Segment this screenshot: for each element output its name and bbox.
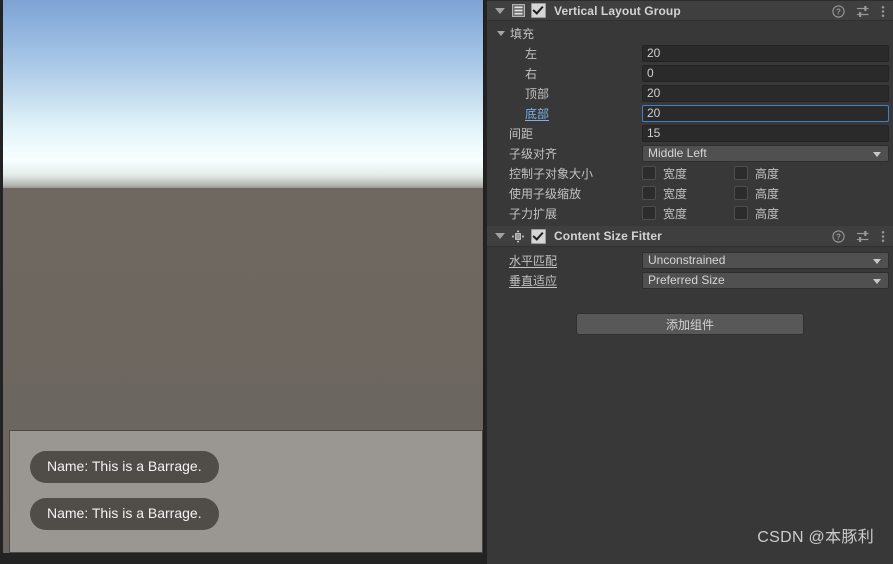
more-menu-icon[interactable] [881,230,885,243]
horizontal-fit-label: 水平匹配 [509,253,558,268]
padding-right-row: 右 0 [487,63,893,83]
spacing-input[interactable]: 15 [642,124,889,142]
checkbox-box [734,206,748,220]
checkbox-label: 高度 [755,206,780,221]
child-force-expand-label: 子力扩展 [509,206,558,221]
game-view[interactable]: Name: This is a Barrage. Name: This is a… [0,0,487,564]
checkbox-label: 宽度 [663,186,688,201]
component-enabled-checkbox[interactable] [531,3,546,18]
checkbox-label: 宽度 [663,206,688,221]
chevron-down-icon [873,258,881,264]
control-child-size-width-checkbox[interactable]: 宽度 [642,165,734,182]
svg-text:?: ? [836,233,841,242]
child-alignment-value: Middle Left [648,146,707,160]
game-canvas[interactable]: Name: This is a Barrage. Name: This is a… [3,0,484,553]
component-title: Content Size Fitter [554,229,662,243]
use-child-scale-checks: 宽度 高度 [642,185,893,202]
help-icon[interactable]: ? [832,230,845,243]
component-title: Vertical Layout Group [554,3,681,18]
more-menu-icon[interactable] [881,5,885,18]
checkbox-label: 宽度 [663,166,688,181]
vertical-fit-label: 垂直适应 [509,273,558,288]
checkbox-label: 高度 [755,166,780,181]
foldout-triangle-icon[interactable] [497,31,505,36]
padding-right-input[interactable]: 0 [642,64,889,82]
foldout-triangle-icon[interactable] [495,233,505,239]
padding-bottom-label: 底部 [525,106,550,121]
checkbox-box [642,166,656,180]
chevron-down-icon [873,278,881,284]
control-child-size-label: 控制子对象大小 [509,166,594,181]
watermark-text: CSDN @本豚利 [757,529,874,546]
component-header-icons: ? [832,1,885,22]
vertical-fit-value: Preferred Size [648,273,725,287]
child-force-expand-checks: 宽度 高度 [642,205,893,222]
component-header-icons: ? [832,226,885,247]
preset-icon[interactable] [856,5,870,18]
padding-top-row: 顶部 20 [487,83,893,103]
child-force-expand-height-checkbox[interactable]: 高度 [734,205,826,222]
control-child-size-height-checkbox[interactable]: 高度 [734,165,826,182]
horizontal-fit-dropdown[interactable]: Unconstrained [642,251,889,269]
padding-top-input[interactable]: 20 [642,84,889,102]
padding-left-label: 左 [525,46,538,61]
use-child-scale-row: 使用子级缩放 宽度 高度 [487,183,893,203]
use-child-scale-label: 使用子级缩放 [509,186,582,201]
ui-overlay-panel: Name: This is a Barrage. Name: This is a… [9,430,483,553]
vertical-fit-row: 垂直适应 Preferred Size [487,270,893,290]
vertical-fit-dropdown[interactable]: Preferred Size [642,271,889,289]
spacing-row: 间距 15 [487,123,893,143]
add-component-area: 添加组件 [487,293,893,335]
control-child-size-checks: 宽度 高度 [642,165,893,182]
horizontal-fit-value: Unconstrained [648,253,726,267]
component-enabled-checkbox[interactable] [531,228,546,244]
padding-group-label: 填充 [510,27,535,41]
padding-bottom-row: 底部 20 [487,103,893,123]
checkbox-box [734,166,748,180]
padding-left-input[interactable]: 20 [642,44,889,62]
checkbox-label: 高度 [755,186,780,201]
help-icon[interactable]: ? [832,5,845,18]
component-header-content-size-fitter[interactable]: Content Size Fitter ? [487,226,893,247]
barrage-list: Name: This is a Barrage. Name: This is a… [30,451,219,530]
sky-gradient [3,0,483,190]
use-child-scale-width-checkbox[interactable]: 宽度 [642,185,734,202]
inspector-panel: Vertical Layout Group ? 填充 左 20 右 0 顶部 2… [487,0,893,564]
padding-right-label: 右 [525,66,538,81]
barrage-item: Name: This is a Barrage. [30,451,219,483]
child-alignment-row: 子级对齐 Middle Left [487,143,893,163]
vertical-layout-group-properties: 填充 左 20 右 0 顶部 20 底部 20 间距 15 子级对齐 Middl… [487,21,893,226]
child-force-expand-width-checkbox[interactable]: 宽度 [642,205,734,222]
padding-top-label: 顶部 [525,86,550,101]
content-size-fitter-properties: 水平匹配 Unconstrained 垂直适应 Preferred Size [487,247,893,293]
child-alignment-dropdown[interactable]: Middle Left [642,144,889,162]
child-alignment-label: 子级对齐 [509,146,558,161]
padding-left-row: 左 20 [487,43,893,63]
child-force-expand-row: 子力扩展 宽度 高度 [487,203,893,223]
layout-group-icon [511,4,525,18]
component-header-vertical-layout-group[interactable]: Vertical Layout Group ? [487,0,893,21]
add-component-button[interactable]: 添加组件 [576,313,804,335]
foldout-triangle-icon[interactable] [495,7,505,14]
barrage-item: Name: This is a Barrage. [30,498,219,530]
checkbox-box [642,186,656,200]
unity-editor-window: Name: This is a Barrage. Name: This is a… [0,0,893,564]
padding-bottom-input[interactable]: 20 [642,104,889,122]
padding-group-foldout[interactable]: 填充 [487,24,893,43]
svg-text:?: ? [836,8,841,17]
preset-icon[interactable] [856,230,870,243]
spacing-label: 间距 [509,126,534,141]
control-child-size-row: 控制子对象大小 宽度 高度 [487,163,893,183]
checkbox-box [642,206,656,220]
checkbox-box [734,186,748,200]
chevron-down-icon [873,151,881,157]
use-child-scale-height-checkbox[interactable]: 高度 [734,185,826,202]
content-size-fitter-icon [511,229,525,243]
horizontal-fit-row: 水平匹配 Unconstrained [487,250,893,270]
